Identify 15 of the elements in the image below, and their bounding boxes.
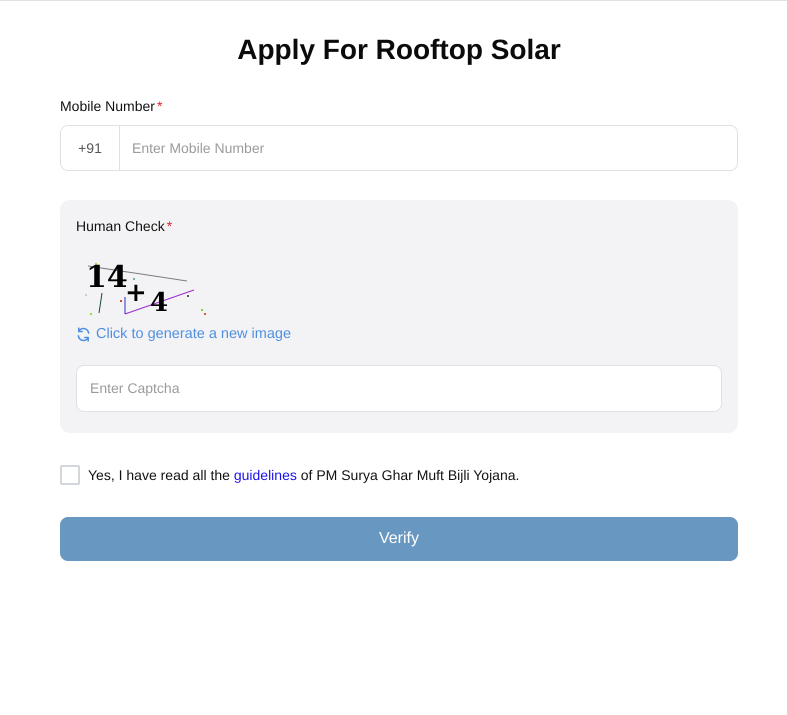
field-label: Human Check bbox=[76, 217, 165, 236]
agreement-text: Yes, I have read all the guidelines of PM Surya Ghar Muft Bijli Yojana. bbox=[88, 466, 520, 484]
field-label: Mobile Number bbox=[60, 97, 155, 116]
country-code-prefix: +91 bbox=[60, 125, 120, 171]
page-title: Apply For Rooftop Solar bbox=[236, 33, 562, 67]
agreement-checkbox[interactable] bbox=[60, 464, 80, 484]
required-mark: * bbox=[166, 217, 172, 236]
mobile-number-field[interactable]: Enter Mobile Number bbox=[119, 125, 738, 171]
captcha-character: 14 bbox=[86, 260, 128, 295]
refresh-icon bbox=[76, 326, 91, 342]
required-mark: * bbox=[156, 97, 162, 116]
guidelines-link[interactable]: guidelines bbox=[234, 466, 297, 482]
captcha-field[interactable]: Enter Captcha bbox=[76, 364, 722, 412]
captcha-character: + bbox=[125, 278, 147, 308]
refresh-image-link[interactable]: Click to generate a new image bbox=[76, 324, 292, 344]
